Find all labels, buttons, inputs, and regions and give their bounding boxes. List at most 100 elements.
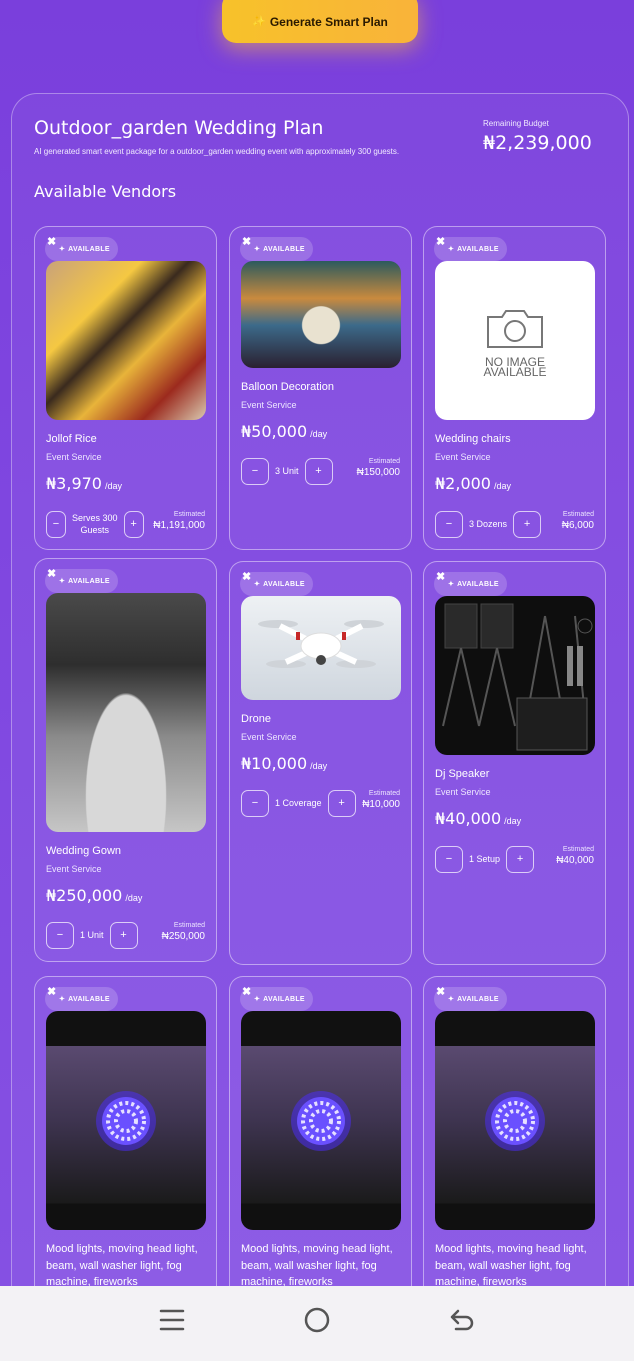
close-icon[interactable]: ✖ [47,567,57,580]
close-icon[interactable]: ✖ [242,570,252,583]
vendor-card-mood-lights[interactable]: ✖ ✦ AVAILABLE Mood lights, moving head l… [423,976,606,1286]
vendor-category: Event Service [46,864,102,874]
sparkle-icon: ✦ [254,996,261,1003]
vendor-card-mood-lights[interactable]: ✖ ✦ AVAILABLE Mood lights, moving head l… [229,976,412,1286]
decrease-button[interactable]: − [435,845,463,873]
sparkle-icon: ✦ [254,246,261,253]
vendor-description: Mood lights, moving head light, beam, wa… [241,1243,393,1286]
vendor-name: Balloon Decoration [241,381,334,393]
vendor-image [46,261,206,420]
available-badge: ✖ ✦ AVAILABLE [45,235,118,261]
vendor-card-jollof-rice[interactable]: ✖ ✦ AVAILABLE Jollof Rice Event Service … [34,226,217,550]
available-badge: ✖ ✦ AVAILABLE [434,985,507,1011]
vendor-price: ₦250,000/day [46,886,143,905]
available-vendors-heading: Available Vendors [34,182,177,201]
decrease-button[interactable]: − [46,921,74,949]
close-icon[interactable]: ✖ [242,235,252,248]
available-badge: ✖ ✦ AVAILABLE [434,235,507,261]
vendor-category: Event Service [46,452,102,462]
available-badge: ✖ ✦ AVAILABLE [45,985,118,1011]
vendor-image [241,1011,401,1230]
quantity-stepper: − 3 Dozens + [435,509,542,539]
estimated-cost: Estimated ₦40,000 [556,846,594,866]
vendor-name: Drone [241,713,271,725]
available-badge: ✖ ✦ AVAILABLE [240,235,313,261]
vendor-card-mood-lights[interactable]: ✖ ✦ AVAILABLE Mood lights, moving head l… [34,976,217,1286]
vendor-description: Mood lights, moving head light, beam, wa… [46,1243,198,1286]
close-icon[interactable]: ✖ [47,985,57,998]
vendor-name: Wedding Gown [46,845,122,857]
vendor-description: Mood lights, moving head light, beam, wa… [435,1243,587,1286]
remaining-budget-value: ₦2,239,000 [483,132,592,154]
estimated-cost: Estimated ₦6,000 [561,511,594,531]
decrease-button[interactable]: − [435,510,463,538]
generate-smart-plan-button[interactable]: ✨ Generate Smart Plan [222,0,418,43]
close-icon[interactable]: ✖ [436,570,446,583]
vendor-price: ₦10,000/day [241,754,328,773]
quantity-value: Serves 300 Guests [72,513,118,535]
quantity-value: 1 Coverage [275,798,322,808]
quantity-stepper: − 1 Coverage + [241,788,356,818]
vendor-card-balloon-decoration[interactable]: ✖ ✦ AVAILABLE Balloon Decoration Event S… [229,226,412,550]
sparkle-icon: ✦ [448,581,455,588]
quantity-value: 1 Unit [80,930,104,940]
available-badge: ✖ ✦ AVAILABLE [434,570,507,596]
estimated-cost: Estimated ₦150,000 [356,458,400,478]
decrease-button[interactable]: − [241,457,269,485]
vendor-image [241,596,401,700]
vendor-category: Event Service [241,732,297,742]
vendor-image [241,261,401,368]
sparkle-icon: ✦ [448,996,455,1003]
recent-apps-icon[interactable] [152,1307,192,1340]
increase-button[interactable]: + [109,921,138,949]
quantity-stepper: − Serves 300 Guests + [46,509,144,539]
vendor-price: ₦3,970/day [46,474,122,493]
increase-button[interactable]: + [506,845,535,873]
quantity-value: 3 Unit [275,466,299,476]
light-icon [291,1090,351,1151]
estimated-cost: Estimated ₦250,000 [161,922,205,942]
decrease-button[interactable]: − [241,789,269,817]
available-badge: ✖ ✦ AVAILABLE [45,567,118,593]
available-badge: ✖ ✦ AVAILABLE [240,985,313,1011]
vendor-name: Jollof Rice [46,433,97,445]
quantity-stepper: − 3 Unit + [241,456,333,486]
close-icon[interactable]: ✖ [436,985,446,998]
quantity-stepper: − 1 Setup + [435,844,535,874]
available-badge: ✖ ✦ AVAILABLE [240,570,313,596]
plan-title: Outdoor_garden Wedding Plan [34,117,324,139]
no-image-text: NO IMAGE AVAILABLE [483,354,547,379]
vendor-card-wedding-gown[interactable]: ✖ ✦ AVAILABLE Wedding Gown Event Service… [34,558,217,962]
vendor-image [435,1011,595,1230]
close-icon[interactable]: ✖ [242,985,252,998]
vendor-category: Event Service [435,452,491,462]
increase-button[interactable]: + [123,510,144,538]
decrease-button[interactable]: − [46,510,66,538]
increase-button[interactable]: + [327,789,356,817]
light-icon [485,1090,545,1151]
sparkle-icon: ✦ [254,581,261,588]
vendor-price: ₦2,000/day [435,474,511,493]
vendor-image [435,596,595,755]
increase-button[interactable]: + [513,510,542,538]
vendor-card-wedding-chairs[interactable]: ✖ ✦ AVAILABLE NO IMAGE AVAILABLE Wedding… [423,226,606,550]
light-icon [96,1090,156,1151]
system-navigation-bar [0,1286,634,1361]
back-icon[interactable] [442,1307,482,1340]
sparkle-icon: ✨ [252,16,266,28]
remaining-budget-label: Remaining Budget [483,119,549,128]
close-icon[interactable]: ✖ [436,235,446,248]
close-icon[interactable]: ✖ [47,235,57,248]
app-screen: ✨ Generate Smart Plan Outdoor_garden Wed… [0,0,634,1286]
increase-button[interactable]: + [304,457,333,485]
sparkle-icon: ✦ [59,246,66,253]
sparkle-icon: ✦ [59,578,66,585]
quantity-value: 3 Dozens [469,519,508,529]
vendor-card-drone[interactable]: ✖ ✦ AVAILABLE Drone Event Service ₦10,00… [229,561,412,965]
estimated-cost: Estimated ₦1,191,000 [153,511,205,531]
home-icon[interactable] [297,1306,337,1341]
vendor-card-dj-speaker[interactable]: ✖ ✦ AVAILABLE Dj Speaker Event Service ₦… [423,561,606,965]
plan-subtitle: AI generated smart event package for a o… [34,147,400,156]
sparkle-icon: ✦ [448,246,455,253]
quantity-stepper: − 1 Unit + [46,920,138,950]
